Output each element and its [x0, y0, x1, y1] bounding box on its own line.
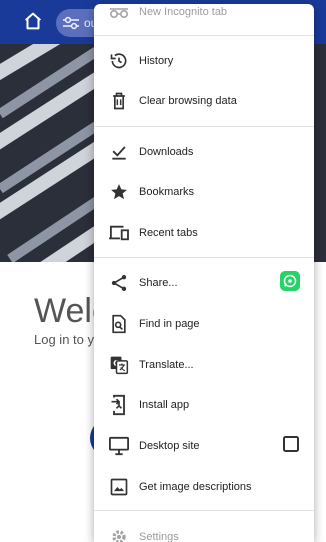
menu-item-settings[interactable]: Settings	[94, 517, 314, 542]
menu-item-desktop-site[interactable]: Desktop site	[94, 426, 314, 466]
menu-divider	[94, 510, 314, 511]
menu-item-label: History	[139, 55, 174, 67]
menu-item-install-app[interactable]: Install app	[94, 385, 314, 425]
tune-icon	[63, 16, 79, 30]
home-icon[interactable]	[22, 10, 44, 32]
incognito-icon	[108, 4, 130, 23]
gear-icon	[108, 526, 130, 542]
overflow-menu: New Incognito tab History Clear browsing…	[94, 4, 314, 542]
menu-item-new-incognito-tab[interactable]: New Incognito tab	[94, 4, 314, 32]
menu-item-bookmarks[interactable]: Bookmarks	[94, 172, 314, 212]
menu-item-label: New Incognito tab	[139, 6, 228, 18]
translate-icon: G	[108, 354, 130, 376]
menu-divider	[94, 35, 314, 36]
menu-item-label: Bookmarks	[139, 186, 195, 198]
menu-item-share[interactable]: Share...	[94, 263, 314, 303]
install-app-icon	[108, 394, 130, 416]
menu-item-label: Install app	[139, 399, 190, 411]
menu-item-clear-browsing-data[interactable]: Clear browsing data	[94, 81, 314, 121]
menu-item-label: Find in page	[139, 318, 200, 330]
menu-item-translate[interactable]: G Translate...	[94, 345, 314, 385]
trash-icon	[108, 90, 130, 112]
login-prompt: Log in to y	[34, 332, 94, 347]
image-description-icon	[108, 476, 130, 498]
menu-divider	[94, 257, 314, 258]
menu-item-label: Recent tabs	[139, 227, 198, 239]
whatsapp-icon[interactable]	[280, 270, 300, 296]
menu-divider	[94, 126, 314, 127]
menu-item-label: Share...	[139, 277, 178, 289]
menu-item-downloads[interactable]: Downloads	[94, 132, 314, 172]
share-icon	[108, 272, 130, 294]
star-icon	[108, 181, 130, 203]
download-icon	[108, 141, 130, 163]
menu-item-label: Desktop site	[139, 440, 200, 452]
menu-item-recent-tabs[interactable]: Recent tabs	[94, 213, 314, 253]
menu-item-label: Clear browsing data	[139, 95, 237, 107]
history-icon	[108, 50, 130, 72]
find-in-page-icon	[108, 313, 130, 335]
desktop-site-checkbox[interactable]	[282, 435, 300, 458]
menu-item-history[interactable]: History	[94, 41, 314, 81]
menu-item-label: Get image descriptions	[139, 481, 252, 493]
menu-item-get-image-descriptions[interactable]: Get image descriptions	[94, 467, 314, 507]
menu-item-label: Translate...	[139, 359, 194, 371]
menu-item-label: Downloads	[139, 146, 194, 158]
desktop-icon	[108, 435, 130, 457]
devices-icon	[108, 222, 130, 244]
menu-item-label: Settings	[139, 531, 179, 542]
menu-item-find-in-page[interactable]: Find in page	[94, 304, 314, 344]
